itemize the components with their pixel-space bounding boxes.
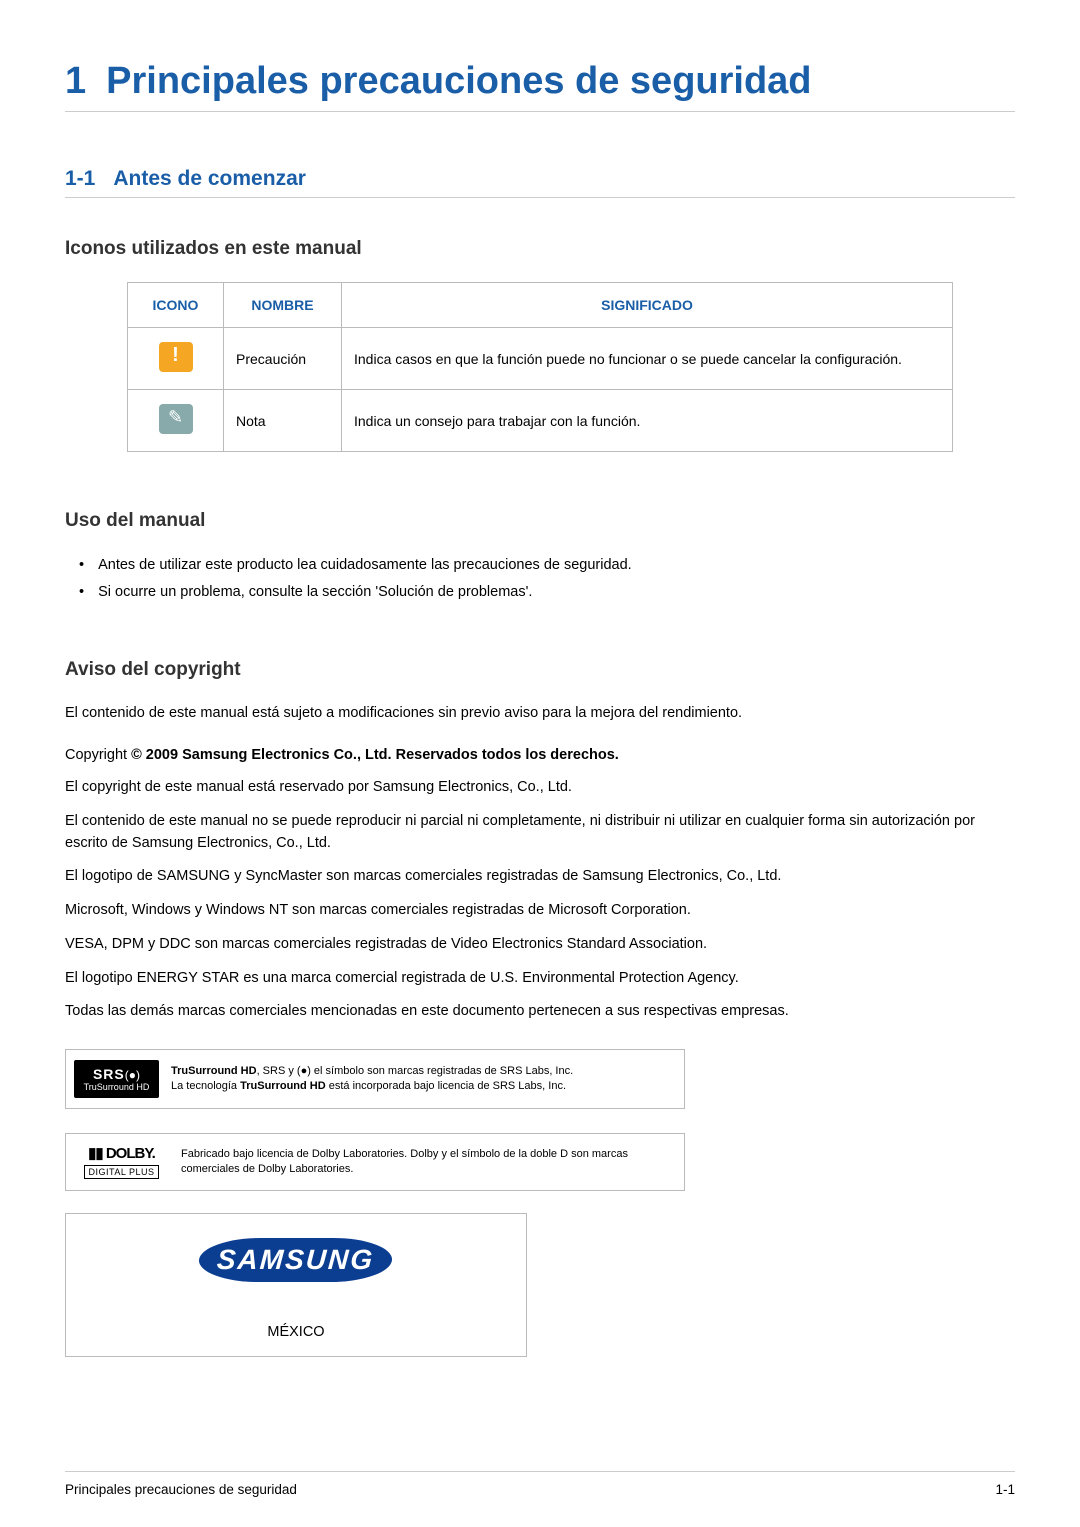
usage-heading: Uso del manual — [65, 510, 1015, 532]
srs-logo-box: SRS(●) TruSurround HD TruSurround HD, SR… — [65, 1049, 685, 1109]
samsung-box: SAMSUNG MÉXICO — [65, 1213, 527, 1357]
chapter-number: 1 — [65, 60, 86, 102]
chapter-title: 1 Principales precauciones de seguridad — [65, 60, 1015, 112]
srs-text-b: , SRS y (●) el símbolo son marcas regist… — [257, 1065, 574, 1077]
copyright-para: El copyright de este manual está reserva… — [65, 777, 1015, 799]
copyright-intro: El contenido de este manual está sujeto … — [65, 703, 1015, 725]
copyright-para: VESA, DPM y DDC son marcas comerciales r… — [65, 934, 1015, 956]
srs-logo-icon: SRS(●) TruSurround HD — [74, 1060, 159, 1098]
dolby-logo-box: ▮▮ DOLBY. DIGITAL PLUS Fabricado bajo li… — [65, 1133, 685, 1191]
copyright-para: Microsoft, Windows y Windows NT son marc… — [65, 900, 1015, 922]
caution-icon — [159, 342, 193, 372]
srs-logo-circ: (●) — [125, 1068, 140, 1082]
row-name: Precaución — [224, 328, 342, 390]
list-item: Si ocurre un problema, consulte la secci… — [79, 581, 1015, 604]
note-icon — [159, 404, 193, 434]
srs-text: TruSurround HD, SRS y (●) el símbolo son… — [171, 1064, 676, 1095]
chapter-title-text: Principales precauciones de seguridad — [106, 60, 811, 102]
copyright-para: El contenido de este manual no se puede … — [65, 811, 1015, 855]
col-icon: ICONO — [128, 283, 224, 328]
srs-logo-big: SRS — [93, 1066, 125, 1082]
srs-text-e: está incorporada bajo licencia de SRS La… — [326, 1080, 566, 1092]
icons-heading: Iconos utilizados en este manual — [65, 238, 1015, 260]
footer-right: 1-1 — [995, 1482, 1015, 1497]
section-number: 1-1 — [65, 167, 95, 190]
dolby-text: Fabricado bajo licencia de Dolby Laborat… — [181, 1147, 676, 1178]
copyright-line: Copyright © 2009 Samsung Electronics Co.… — [65, 747, 1015, 763]
copyright-bold: © 2009 Samsung Electronics Co., Ltd. Res… — [131, 747, 619, 763]
srs-text-c: La tecnología — [171, 1080, 240, 1092]
row-meaning: Indica casos en que la función puede no … — [342, 328, 953, 390]
col-meaning: SIGNIFICADO — [342, 283, 953, 328]
dolby-logo-dd: ▮▮ DOLBY. — [74, 1144, 169, 1162]
col-name: NOMBRE — [224, 283, 342, 328]
dolby-logo-plus: DIGITAL PLUS — [84, 1165, 158, 1179]
copyright-para: El logotipo ENERGY STAR es una marca com… — [65, 968, 1015, 990]
footer-left: Principales precauciones de seguridad — [65, 1482, 297, 1497]
row-meaning: Indica un consejo para trabajar con la f… — [342, 390, 953, 452]
page-footer: Principales precauciones de seguridad 1-… — [65, 1471, 1015, 1497]
section-title: 1-1 Antes de comenzar — [65, 167, 1015, 198]
table-row: Nota Indica un consejo para trabajar con… — [128, 390, 953, 452]
srs-text-a: TruSurround HD — [171, 1065, 257, 1077]
usage-bullets: Antes de utilizar este producto lea cuid… — [79, 554, 1015, 604]
samsung-logo-icon: SAMSUNG — [198, 1238, 394, 1282]
copyright-heading: Aviso del copyright — [65, 659, 1015, 681]
section-title-text: Antes de comenzar — [113, 167, 306, 190]
samsung-country: MÉXICO — [78, 1324, 514, 1340]
copyright-para: Todas las demás marcas comerciales menci… — [65, 1001, 1015, 1023]
srs-logo-sub: TruSurround HD — [84, 1082, 150, 1092]
copyright-prefix: Copyright — [65, 747, 131, 763]
srs-text-d: TruSurround HD — [240, 1080, 326, 1092]
row-name: Nota — [224, 390, 342, 452]
icons-table: ICONO NOMBRE SIGNIFICADO Precaución Indi… — [127, 282, 953, 452]
list-item: Antes de utilizar este producto lea cuid… — [79, 554, 1015, 577]
dolby-logo-icon: ▮▮ DOLBY. DIGITAL PLUS — [74, 1144, 169, 1180]
copyright-para: El logotipo de SAMSUNG y SyncMaster son … — [65, 866, 1015, 888]
table-row: Precaución Indica casos en que la funció… — [128, 328, 953, 390]
